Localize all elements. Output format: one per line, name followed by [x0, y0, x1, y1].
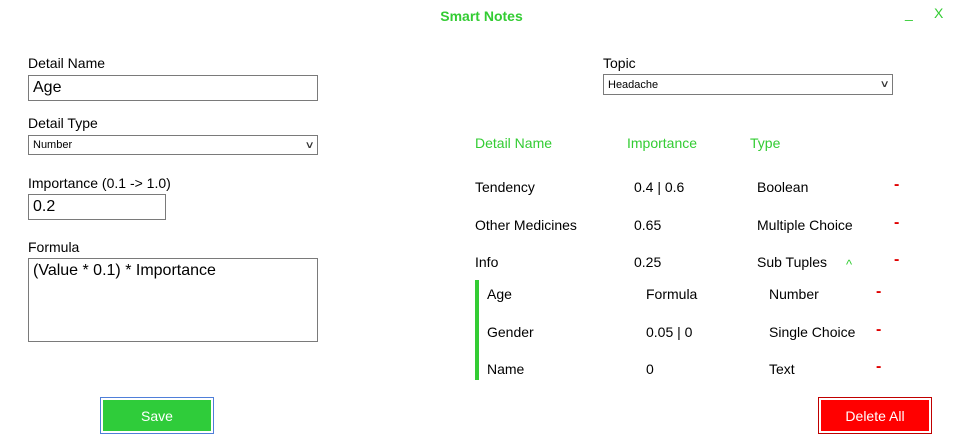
header-importance: Importance — [627, 135, 698, 151]
formula-textarea[interactable]: (Value * 0.1) * Importance — [28, 258, 318, 342]
subtuple-indicator-bar — [475, 280, 479, 380]
remove-subrow-button[interactable]: - — [876, 358, 881, 376]
importance-label: Importance (0.1 -> 1.0) — [28, 175, 171, 191]
row-importance: 0.65 — [634, 217, 662, 233]
remove-row-button[interactable]: - — [894, 176, 899, 194]
chevron-down-icon: ∨ — [879, 79, 890, 90]
row-importance: 0.4 | 0.6 — [634, 179, 685, 195]
remove-subrow-button[interactable]: - — [876, 321, 881, 339]
detail-name-input[interactable]: Age — [28, 75, 318, 101]
subrow-importance: 0 — [646, 361, 654, 377]
subrow-name: Name — [487, 361, 525, 377]
detail-type-label: Detail Type — [28, 115, 98, 131]
formula-label: Formula — [28, 239, 80, 255]
remove-row-button[interactable]: - — [894, 214, 899, 232]
topic-value: Headache — [608, 78, 659, 91]
subrow-importance: 0.05 | 0 — [646, 324, 693, 340]
importance-input[interactable]: 0.2 — [28, 194, 166, 220]
subrow-type: Number — [769, 286, 819, 302]
subrow-name: Age — [487, 286, 512, 302]
chevron-down-icon: ∨ — [304, 139, 315, 151]
row-type: Boolean — [757, 179, 809, 195]
topic-select[interactable]: Headache ∨ — [603, 74, 893, 95]
collapse-subtuples-icon[interactable]: ^ — [846, 257, 852, 272]
header-type: Type — [750, 135, 781, 151]
row-type: Multiple Choice — [757, 217, 853, 233]
window-title: Smart Notes — [440, 8, 523, 24]
row-name: Other Medicines — [475, 217, 577, 233]
save-button[interactable]: Save — [100, 397, 214, 434]
subrow-type: Text — [769, 361, 795, 377]
close-button[interactable]: X — [934, 5, 943, 21]
subrow-name: Gender — [487, 324, 534, 340]
detail-name-label: Detail Name — [28, 55, 106, 71]
row-importance: 0.25 — [634, 254, 662, 270]
remove-subrow-button[interactable]: - — [876, 283, 881, 301]
remove-row-button[interactable]: - — [894, 251, 899, 269]
minimize-button[interactable]: _ — [905, 5, 913, 21]
delete-all-button[interactable]: Delete All — [818, 397, 932, 434]
row-name: Info — [475, 254, 499, 270]
detail-type-select[interactable]: Number ∨ — [28, 135, 318, 155]
subrow-importance: Formula — [646, 286, 698, 302]
subrow-type: Single Choice — [769, 324, 856, 340]
topic-label: Topic — [603, 55, 636, 71]
detail-type-value: Number — [33, 139, 73, 151]
row-type: Sub Tuples — [757, 254, 828, 270]
header-detail-name: Detail Name — [475, 135, 553, 151]
row-name: Tendency — [475, 179, 535, 195]
